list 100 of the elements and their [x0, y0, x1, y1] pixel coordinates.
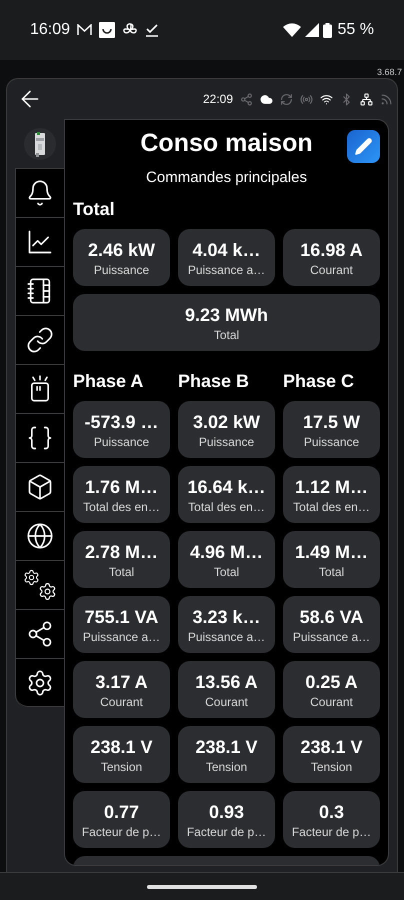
value-tile[interactable]: -573.9 … Puissance — [73, 401, 170, 458]
tile-value: 3.23 k… — [192, 606, 261, 628]
value-tile[interactable]: 1.49 M… Total — [283, 531, 380, 588]
tile-label: Total — [108, 564, 134, 580]
tile-label: Courant — [310, 694, 353, 710]
tile-label: Total — [214, 564, 240, 580]
tile-label: Courant — [205, 694, 248, 710]
tile-label: Tension — [100, 758, 142, 774]
battery-level: 55 % — [338, 20, 374, 40]
value-tile[interactable]: 238.1 V Tension — [73, 726, 170, 783]
value-tile[interactable]: 0.93 Facteur de p… — [178, 791, 275, 848]
edit-button[interactable] — [347, 130, 380, 163]
link-icon — [26, 326, 54, 354]
globe-icon — [26, 522, 54, 550]
tile-label: Puissance a… — [292, 628, 370, 644]
tile-value: 4.04 k… — [192, 238, 261, 262]
tile-value: 17.5 W — [302, 410, 360, 434]
value-tile[interactable]: 3.17 A Courant — [73, 661, 170, 718]
value-tile[interactable]: 2.78 M… Total — [73, 531, 170, 588]
tile-label: Puissance — [198, 434, 254, 450]
value-tile[interactable]: 238.1 V Tension — [283, 726, 380, 783]
value-tile[interactable]: 3.23 k… Puissance a… — [178, 596, 275, 653]
page-title: Conso maison — [140, 128, 313, 160]
tile-label: Tension — [310, 758, 352, 774]
value-tile[interactable]: 755.1 VA Puissance a… — [73, 596, 170, 653]
tile-value: 0.3 — [318, 800, 344, 824]
value-tile[interactable]: 238.1 V Tension — [178, 726, 275, 783]
value-tile[interactable]: 1.76 M… Total des en… — [73, 466, 170, 523]
tile-label: Facteur de p… — [82, 824, 162, 840]
tile-label: Total — [214, 326, 240, 342]
value-tile[interactable]: 0.77 Facteur de p… — [73, 791, 170, 848]
tile-value: 9.23 MWh — [184, 304, 268, 326]
value-tile[interactable]: 3.02 kW Puissance — [178, 401, 275, 458]
tile-value: 2.46 kW — [88, 238, 156, 262]
tile-label: Puissance a… — [188, 628, 266, 644]
tile-value: 2.78 M… — [84, 540, 158, 564]
bag-icon — [99, 22, 116, 38]
tile-label: Puissance — [94, 434, 150, 450]
value-tile[interactable]: 4.04 k… Puissance a… — [178, 229, 275, 286]
value-tile[interactable]: 0.25 A Courant — [283, 661, 380, 718]
tile-value: 16.98 A — [300, 238, 363, 262]
tile-label: Puissance a… — [82, 628, 160, 644]
download-done-icon — [145, 23, 160, 37]
value-tile[interactable]: 16.98 A Courant — [283, 229, 380, 286]
tile-value: 3.17 A — [95, 670, 148, 694]
mail-icon — [77, 24, 92, 36]
battery-icon — [322, 22, 332, 38]
header-clock: 22:09 — [202, 91, 233, 108]
tile-value: 755.1 VA — [84, 606, 158, 628]
tile-value: 13.56 A — [195, 670, 258, 694]
tile-value: 3.02 kW — [192, 410, 260, 434]
tile-label: Puissance — [94, 262, 150, 278]
value-tile[interactable]: 1.12 M… Total des en… — [283, 466, 380, 523]
tile-value: 0.25 A — [305, 670, 358, 694]
signal-icon — [304, 23, 319, 37]
page-subtitle: Commandes principales — [146, 168, 307, 188]
tile-label: Total des en… — [83, 498, 160, 514]
cube-icon — [26, 473, 54, 501]
tile-label: Facteur de p… — [292, 824, 372, 840]
value-tile[interactable]: 58.6 VA Puissance a… — [283, 596, 380, 653]
tile-value: 4.96 M… — [190, 540, 264, 564]
bell-icon — [26, 179, 54, 207]
wifi-icon — [282, 23, 301, 37]
tile-label: Courant — [310, 262, 353, 278]
version-label: 3.68.7 — [376, 66, 402, 78]
tile-label: Puissance — [304, 434, 360, 450]
pencil-icon — [354, 137, 373, 156]
braces-icon — [26, 424, 54, 452]
value-tile[interactable]: 2.46 kW Puissance — [73, 229, 170, 286]
phase-heading: Phase C — [283, 370, 356, 393]
tile-value: 0.77 — [104, 800, 140, 824]
tile-value: 0.93 — [208, 800, 244, 824]
phase-heading: Phase A — [73, 370, 144, 393]
tile-value: 238.1 V — [195, 736, 258, 758]
tile-value: 238.1 V — [90, 736, 153, 758]
value-tile[interactable]: 13.56 A Courant — [178, 661, 275, 718]
tile-label: Puissance a… — [188, 262, 266, 278]
tile-value: -573.9 … — [84, 410, 159, 434]
tile-value: 16.64 k… — [187, 476, 266, 498]
line-chart-icon — [26, 228, 54, 256]
tile-value: 1.76 M… — [84, 476, 158, 498]
value-tile[interactable]: 17.5 W Puissance — [283, 401, 380, 458]
gears-icon — [23, 569, 57, 601]
section-heading: Total — [73, 199, 115, 219]
tile-label: Tension — [206, 758, 248, 774]
share-icon — [26, 620, 54, 648]
tile-label: Total des en… — [188, 498, 265, 514]
tile-value: 1.49 M… — [294, 540, 368, 564]
clock: 16:09 — [30, 20, 70, 40]
tile-label: Courant — [100, 694, 143, 710]
value-tile[interactable]: 9.23 MWh Total — [73, 294, 380, 351]
tile-label: Total des en… — [293, 498, 370, 514]
tile-label: Facteur de p… — [186, 824, 266, 840]
value-tile[interactable]: 4.96 M… Total — [178, 531, 275, 588]
value-tile[interactable]: 16.64 k… Total des en… — [178, 466, 275, 523]
tile-value: 58.6 VA — [300, 606, 364, 628]
value-tile[interactable]: 0.3 Facteur de p… — [283, 791, 380, 848]
tile-label: Total — [318, 564, 344, 580]
settings-icon — [26, 668, 54, 696]
home-indicator[interactable] — [147, 884, 257, 888]
